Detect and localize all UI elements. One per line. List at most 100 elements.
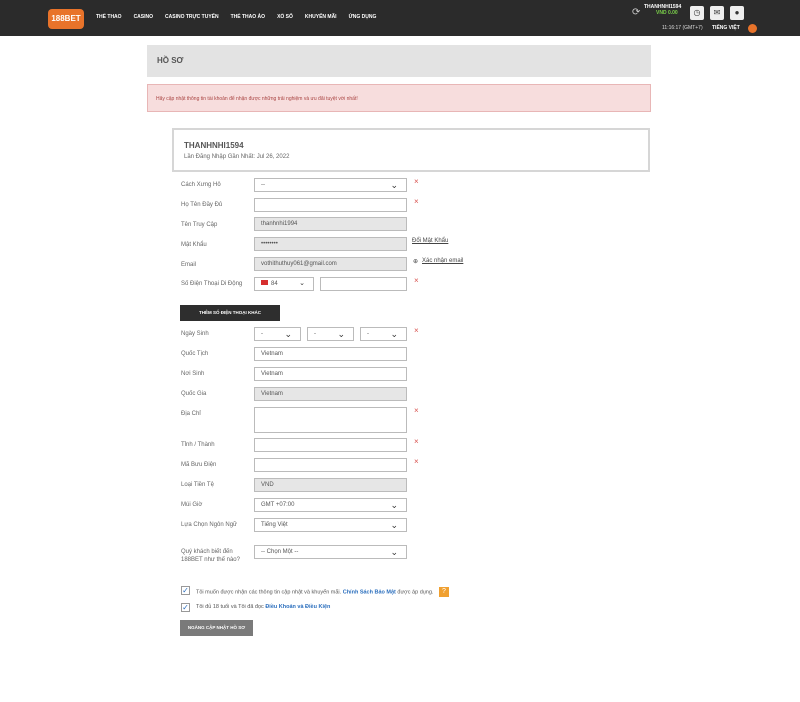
nav-apps[interactable]: ỨNG DỤNG bbox=[349, 14, 377, 20]
city-label: Tỉnh / Thành bbox=[181, 442, 215, 448]
nav-live-casino[interactable]: CASINO TRỰC TUYẾN bbox=[165, 14, 219, 20]
chevron-down-icon: ⌄ bbox=[299, 280, 305, 287]
age-text: Tôi đủ 18 tuổi và Tôi đã đọc bbox=[196, 604, 264, 610]
dob-month-value: - bbox=[314, 331, 316, 337]
page-title: HỒ SƠ bbox=[147, 45, 651, 77]
required-icon: × bbox=[414, 276, 419, 285]
dob-label: Ngày Sinh bbox=[181, 331, 209, 337]
dob-year-value: - bbox=[367, 331, 369, 337]
clock-icon[interactable]: ◷ bbox=[690, 6, 704, 20]
flag-icon bbox=[261, 280, 268, 285]
marketing-suffix: được áp dụng. bbox=[397, 589, 434, 596]
marketing-consent: Tôi muốn được nhận các thông tin cập nhậ… bbox=[196, 587, 449, 597]
fullname-input[interactable] bbox=[254, 198, 407, 212]
login-field: thanhnhi1994 bbox=[254, 217, 407, 231]
required-icon: × bbox=[414, 437, 419, 446]
add-phone-button[interactable]: THÊM SỐ ĐIỆN THOẠI KHÁC bbox=[180, 305, 280, 321]
birthplace-label: Nơi Sinh bbox=[181, 371, 205, 377]
marketing-checkbox[interactable]: ✓ bbox=[181, 586, 190, 595]
update-alert: Hãy cập nhật thông tin tài khoản để nhận… bbox=[147, 84, 651, 112]
help-icon[interactable]: ? bbox=[439, 587, 449, 597]
country-field: Vietnam bbox=[254, 387, 407, 401]
required-icon: × bbox=[414, 177, 419, 186]
phone-input[interactable] bbox=[320, 277, 407, 291]
age-checkbox[interactable]: ✓ bbox=[181, 603, 190, 612]
top-navigation-bar: 188BET THỂ THAO CASINO CASINO TRỰC TUYẾN… bbox=[0, 0, 800, 36]
address-textarea[interactable] bbox=[254, 407, 407, 433]
nav-sports[interactable]: THỂ THAO bbox=[96, 14, 122, 20]
language-selector[interactable]: TIẾNG VIỆT bbox=[712, 25, 740, 31]
last-login: Lần Đăng Nhập Gần Nhất: Jul 26, 2022 bbox=[184, 154, 290, 160]
account-icon[interactable]: ● bbox=[730, 6, 744, 20]
plus-icon: ⊕ bbox=[413, 259, 419, 265]
brand-logo[interactable]: 188BET bbox=[48, 9, 84, 29]
nav-casino[interactable]: CASINO bbox=[134, 14, 153, 20]
chevron-down-icon: ⌄ bbox=[390, 329, 398, 339]
birthplace-input[interactable]: Vietnam bbox=[254, 367, 407, 381]
profile-card: THANHNHI1594 Lần Đăng Nhập Gần Nhất: Jul… bbox=[172, 128, 650, 172]
required-icon: × bbox=[414, 326, 419, 335]
change-password-link[interactable]: Đổi Mật Khẩu bbox=[412, 238, 448, 244]
nationality-input[interactable]: Vietnam bbox=[254, 347, 407, 361]
timezone-label: Múi Giờ bbox=[181, 502, 203, 508]
city-input[interactable] bbox=[254, 438, 407, 452]
nationality-label: Quốc Tịch bbox=[181, 351, 209, 357]
refresh-icon[interactable]: ⟳ bbox=[632, 7, 640, 18]
required-icon: × bbox=[414, 406, 419, 415]
timezone-value: GMT +07:00 bbox=[261, 502, 295, 508]
update-profile-button[interactable]: NGĂNG CẬP NHẬT HỒ SƠ bbox=[180, 620, 253, 636]
nav-virtual-sports[interactable]: THỂ THAO ẢO bbox=[231, 14, 265, 20]
phone-label: Số Điện Thoại Di Động bbox=[181, 281, 243, 287]
salutation-value: -- bbox=[261, 182, 265, 188]
nav-promotions[interactable]: KHUYẾN MÃI bbox=[305, 14, 337, 20]
fullname-label: Họ Tên Đầy Đủ bbox=[181, 202, 223, 208]
profile-username: THANHNHI1594 bbox=[184, 141, 244, 150]
password-field: •••••••• bbox=[254, 237, 407, 251]
referral-select[interactable]: -- Chọn Một -- ⌄ bbox=[254, 545, 407, 559]
privacy-policy-link[interactable]: Chính Sách Bảo Mật bbox=[343, 589, 396, 595]
terms-link[interactable]: Điều Khoản và Điều Kiện bbox=[265, 604, 330, 610]
age-consent: Tôi đủ 18 tuổi và Tôi đã đọc Điều Khoản … bbox=[196, 604, 330, 610]
chevron-down-icon: ⌄ bbox=[390, 547, 398, 557]
postal-label: Mã Bưu Điện bbox=[181, 462, 217, 468]
verify-email-link[interactable]: Xác nhận email bbox=[422, 258, 463, 264]
dob-year-select[interactable]: - ⌄ bbox=[360, 327, 407, 341]
chevron-down-icon: ⌄ bbox=[390, 500, 398, 510]
nav-lottery[interactable]: XỔ SỐ bbox=[277, 14, 293, 20]
email-label: Email bbox=[181, 262, 197, 268]
phone-code-select[interactable]: 84 ⌄ bbox=[254, 277, 314, 291]
required-icon: × bbox=[414, 457, 419, 466]
language-label: Lựa Chọn Ngôn Ngữ bbox=[181, 522, 238, 528]
email-field: vothithuthuy061@gmail.com bbox=[254, 257, 407, 271]
chevron-down-icon: ⌄ bbox=[284, 329, 292, 339]
chevron-down-icon: ⌄ bbox=[337, 329, 345, 339]
language-select[interactable]: Tiếng Việt ⌄ bbox=[254, 518, 407, 532]
postal-input[interactable] bbox=[254, 458, 407, 472]
dob-day-select[interactable]: - ⌄ bbox=[254, 327, 301, 341]
login-label: Tên Truy Cập bbox=[181, 222, 218, 228]
mail-icon[interactable]: ✉ bbox=[710, 6, 724, 20]
required-icon: × bbox=[414, 197, 419, 206]
balance: VND 0.00 bbox=[656, 10, 678, 16]
currency-label: Loại Tiền Tệ bbox=[181, 482, 214, 488]
password-label: Mật Khẩu bbox=[181, 242, 207, 248]
account-icons: ◷ ✉ ● bbox=[690, 6, 744, 20]
referral-label: Quý khách biết đến 188BET như thế nào? bbox=[181, 549, 240, 563]
currency-field: VND bbox=[254, 478, 407, 492]
address-label: Địa Chỉ bbox=[181, 411, 201, 417]
dob-month-select[interactable]: - ⌄ bbox=[307, 327, 354, 341]
chevron-down-icon: ⌄ bbox=[390, 520, 398, 530]
marketing-text: Tôi muốn được nhận các thông tin cập nhậ… bbox=[196, 589, 342, 596]
referral-value: -- Chọn Một -- bbox=[261, 549, 299, 555]
chevron-down-icon: ⌄ bbox=[390, 180, 398, 190]
salutation-select[interactable]: -- ⌄ bbox=[254, 178, 407, 192]
time-display: 11:16:17 (GMT+7) bbox=[662, 25, 703, 31]
language-value: Tiếng Việt bbox=[261, 522, 288, 528]
timezone-select[interactable]: GMT +07:00 ⌄ bbox=[254, 498, 407, 512]
phone-code: 84 bbox=[271, 281, 278, 287]
country-label: Quốc Gia bbox=[181, 391, 207, 397]
salutation-label: Cách Xưng Hô bbox=[181, 182, 221, 188]
flag-icon[interactable] bbox=[748, 24, 757, 33]
user-info: THANHNHI1594 VND 0.00 bbox=[644, 4, 681, 16]
dob-day-value: - bbox=[261, 331, 263, 337]
